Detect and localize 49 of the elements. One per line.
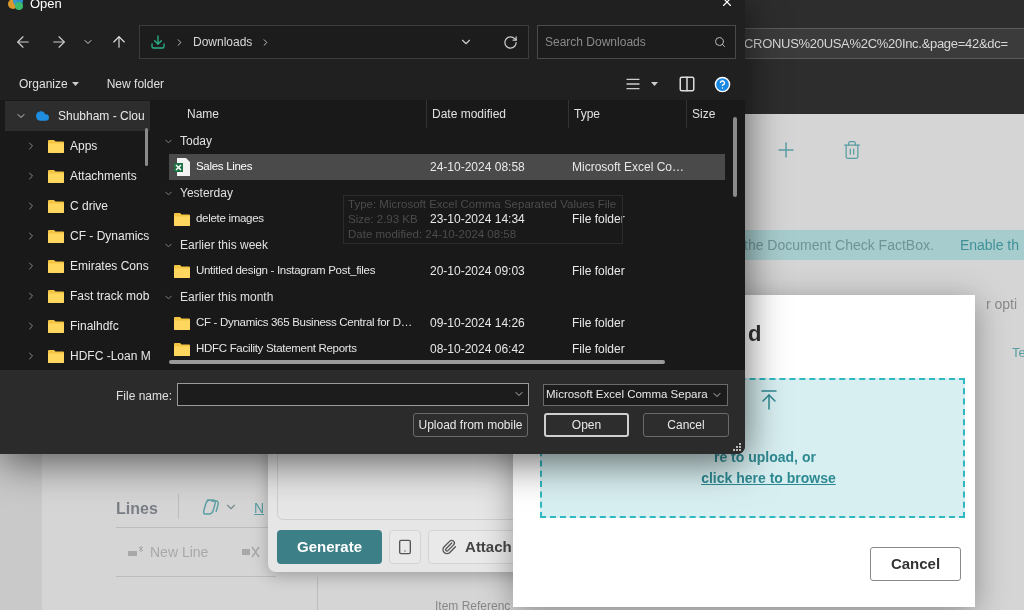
address-box[interactable]: Downloads (139, 25, 529, 59)
url-text: CRONUS%20USA%2C%20Inc.&page=42&dc= (744, 34, 1008, 53)
file-name-label: File name: (115, 388, 172, 405)
file-row[interactable]: Sales Lines 24-10-2024 08:58 Microsoft Excel Co… (169, 154, 725, 180)
tree-item[interactable]: Shubham - Clou (5, 101, 150, 131)
file-type-select[interactable]: Microsoft Excel Comma Separa (543, 384, 728, 406)
option-text: r opti (986, 295, 1018, 314)
tree-item[interactable]: Finalhdfc (5, 311, 150, 341)
file-name[interactable]: Sales Lines (196, 158, 253, 176)
date-cell-text: 08-10-2024 06:42 (429, 341, 526, 358)
tree-item[interactable]: Attachments (5, 161, 150, 191)
file-name[interactable]: Untitled design - Instagram Post_files (196, 262, 376, 280)
type-cell-text: File folder (571, 315, 626, 332)
column-header[interactable]: Name (157, 100, 427, 128)
group-header[interactable]: Earlier this week (180, 236, 269, 254)
organize-menu[interactable]: Organize (19, 75, 79, 93)
group-header[interactable]: Yesterday (180, 184, 233, 202)
group-header[interactable]: Today (180, 132, 213, 150)
tree-item[interactable]: Apps (5, 131, 150, 161)
file-name[interactable]: CF - Dynamics 365 Business Central for D… (196, 314, 412, 332)
breadcrumb-item[interactable]: Downloads (193, 33, 253, 51)
type-cell-text: Microsoft Excel Co… (571, 159, 686, 176)
section-title: Lines (116, 499, 158, 519)
column-header[interactable]: Date modified (427, 100, 569, 128)
tree-item[interactable]: HDFC -Loan M (5, 341, 150, 370)
type-cell-text: File folder (571, 263, 626, 280)
generate-button[interactable]: Generate (277, 530, 383, 564)
date-cell-text: 23-10-2024 14:34 (429, 211, 526, 228)
type-cell-text: File folder (571, 341, 626, 358)
dialog-title: d (748, 320, 762, 348)
open-button[interactable]: Open (544, 413, 629, 437)
date-cell-text: 09-10-2024 14:26 (429, 315, 526, 332)
group-header[interactable]: Earlier this month (180, 288, 274, 306)
dialog-button[interactable]: Upload from mobile (413, 413, 528, 437)
tree-item[interactable]: Emirates Cons (5, 251, 150, 281)
column-header[interactable]: Type (569, 100, 687, 128)
date-cell-text: 24-10-2024 08:58 (429, 159, 526, 176)
file-name[interactable]: delete images (196, 210, 264, 228)
dialog-button[interactable]: Cancel (643, 413, 729, 437)
date-cell-text: 20-10-2024 09:03 (429, 263, 526, 280)
search-field[interactable]: Search Downloads (537, 25, 736, 59)
column-header: Item Referenc (435, 598, 511, 610)
new-folder-button[interactable]: New folder (106, 75, 165, 93)
tree-item[interactable]: C drive (5, 191, 150, 221)
cancel-button[interactable]: Cancel (870, 547, 961, 581)
column-header[interactable]: Size (687, 100, 737, 128)
tree-item[interactable]: CF - Dynamics (5, 221, 150, 251)
tree-item[interactable]: Fast track mob (5, 281, 150, 311)
file-name[interactable]: HDFC Facility Statement Reports (196, 340, 357, 358)
